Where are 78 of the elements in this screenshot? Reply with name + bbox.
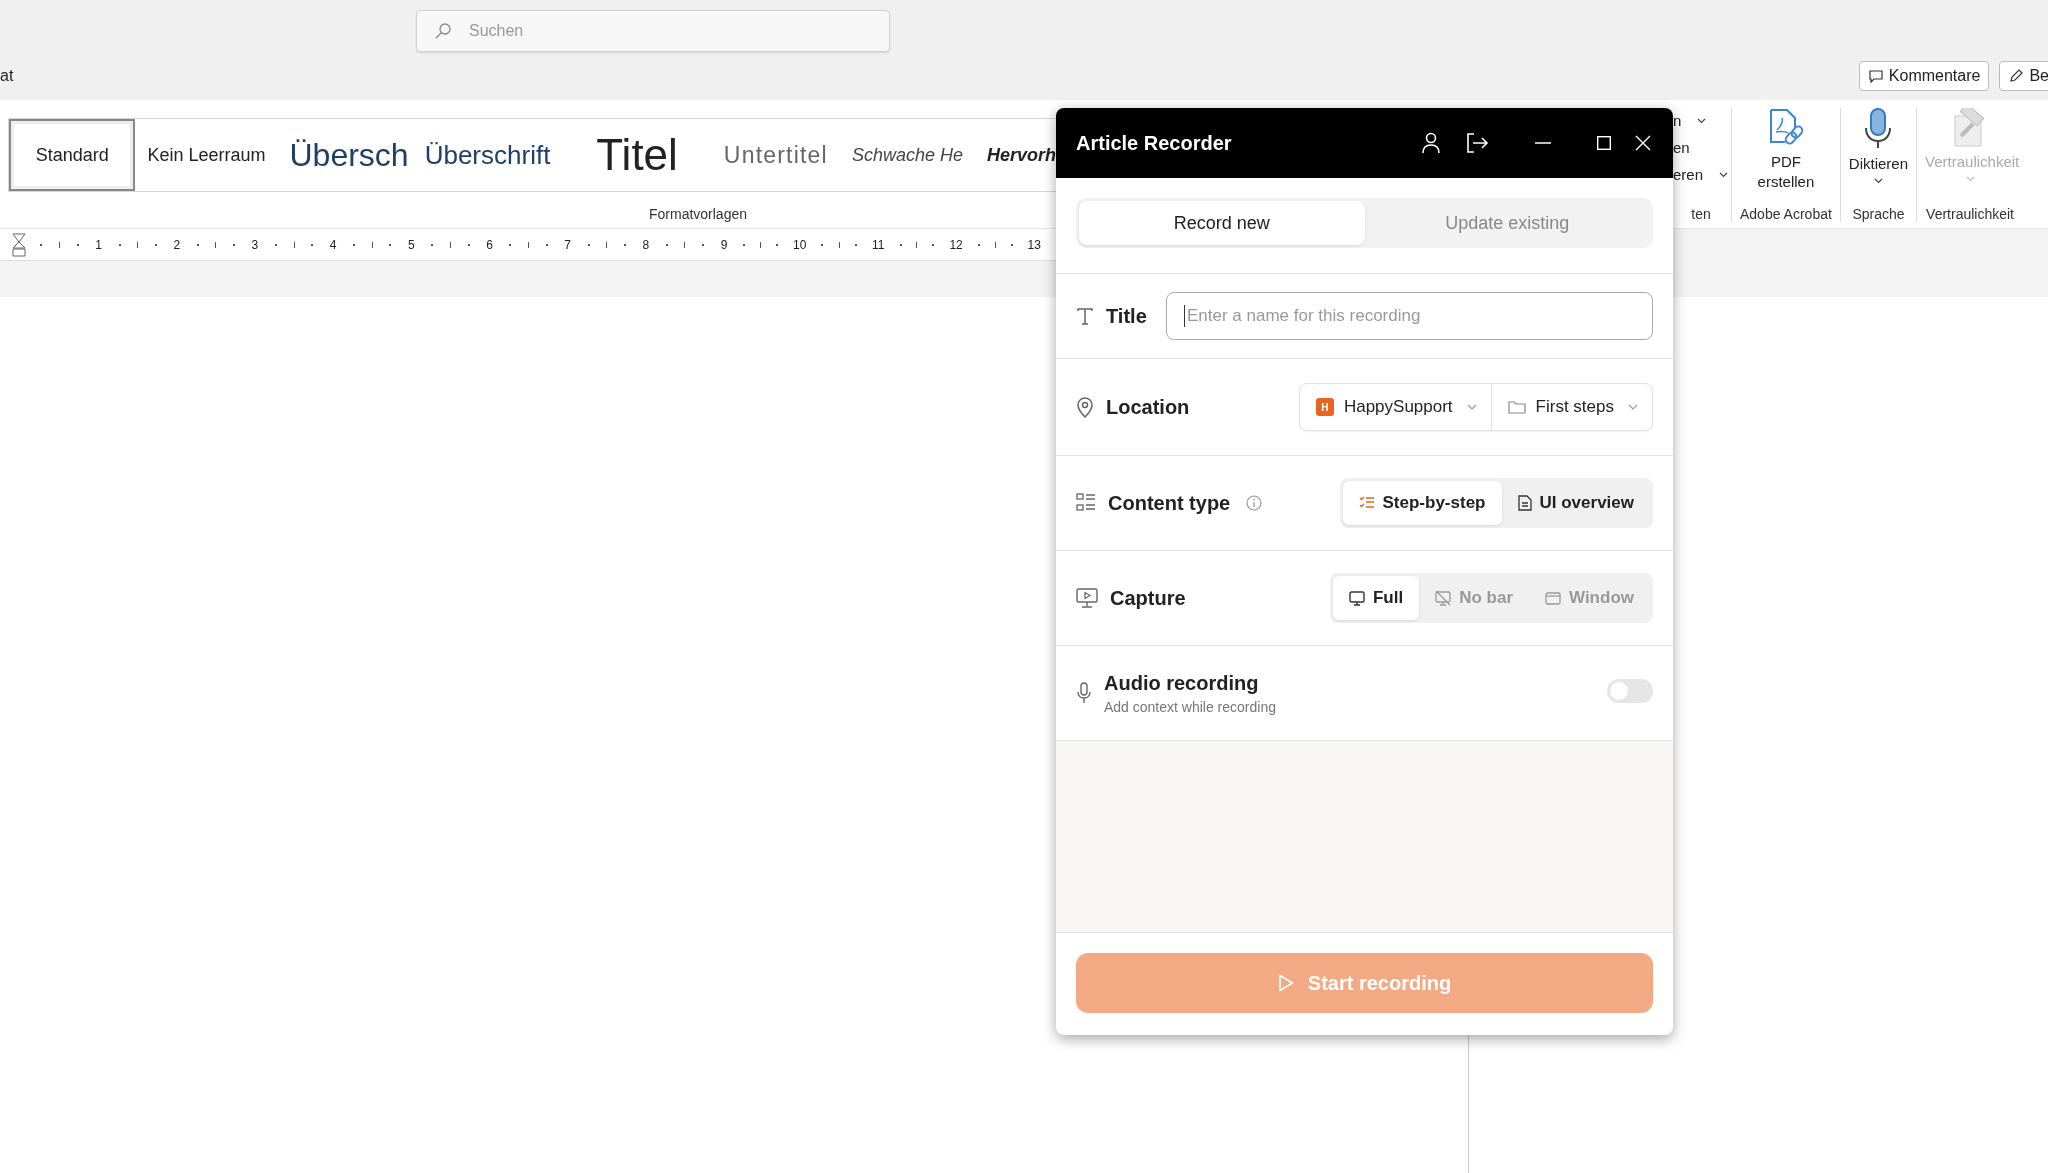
field-label: Content type — [1108, 491, 1231, 515]
pencil-icon — [2008, 68, 2025, 84]
ribbon-command[interactable]: eren — [1673, 166, 1704, 183]
microphone-icon — [1076, 682, 1092, 704]
search-field[interactable]: Suchen — [416, 10, 890, 52]
info-icon[interactable] — [1246, 495, 1263, 511]
style-option[interactable]: Standard — [9, 119, 136, 191]
close-icon[interactable] — [1635, 135, 1651, 151]
folder-dropdown[interactable]: First steps — [1490, 384, 1652, 430]
field-label: Audio recording — [1104, 671, 1260, 695]
group-label: Adobe Acrobat — [1740, 206, 1832, 224]
mode-tab[interactable]: Record new — [1079, 201, 1365, 245]
ruler-number: 13 — [1027, 237, 1041, 252]
create-pdf-button[interactable]: PDF erstellen — [1740, 108, 1831, 191]
chevron-down-icon — [1628, 404, 1638, 410]
ribbon-command[interactable]: en — [1673, 139, 1690, 156]
style-option[interactable]: Hervorh — [974, 119, 1056, 191]
segment-option[interactable]: Full — [1332, 576, 1420, 620]
ruler-number: 3 — [251, 237, 259, 252]
edit-button[interactable]: Be — [1999, 61, 2048, 91]
workspace-dropdown[interactable]: H HappySupport — [1299, 384, 1491, 430]
group-label: Vertraulichkeit — [1926, 206, 2014, 224]
field-label: Location — [1106, 395, 1190, 419]
window-icon — [1545, 591, 1561, 605]
chevron-down-icon — [1466, 404, 1477, 410]
group-label: Sprache — [1852, 206, 1905, 224]
field-hint: Add context while recording — [1104, 698, 1276, 715]
ruler-number: 6 — [486, 237, 493, 252]
caret-icon — [1965, 175, 1975, 182]
folder-icon — [1507, 400, 1526, 414]
style-option[interactable]: Untertitel — [711, 119, 840, 191]
ruler-number: 5 — [407, 237, 415, 252]
monitor-icon — [1348, 590, 1365, 606]
checklist-icon — [1358, 496, 1375, 510]
group-label: Formatvorlagen — [647, 206, 748, 224]
caret-icon — [1873, 177, 1883, 184]
user-icon[interactable] — [1421, 132, 1441, 154]
play-icon — [1277, 974, 1294, 992]
comments-button[interactable]: Kommentare — [1858, 61, 1990, 91]
screen-play-icon — [1076, 588, 1098, 608]
ruler-number: 8 — [642, 237, 650, 252]
window-title: Article Recorder — [1076, 131, 1232, 155]
style-option[interactable]: Kein Leerraum — [135, 119, 278, 191]
segment-option[interactable]: Step-by-step — [1342, 481, 1502, 525]
text-icon — [1076, 307, 1094, 325]
style-option[interactable]: Schwache He — [839, 119, 975, 191]
group-label: ten — [1690, 206, 1712, 224]
list-icon — [1076, 493, 1096, 513]
monitor-crossed-icon — [1435, 590, 1452, 606]
ruler-number: 2 — [173, 237, 181, 252]
style-option[interactable]: Überschrift — [412, 119, 563, 191]
workspace-logo: H — [1315, 398, 1334, 416]
document-icon — [1517, 495, 1532, 511]
ruler-number: 12 — [949, 237, 963, 252]
field-label: Capture — [1110, 586, 1186, 610]
ruler-number: 9 — [720, 237, 728, 252]
text-cursor — [1184, 305, 1185, 327]
maximize-icon[interactable] — [1597, 136, 1611, 150]
location-pin-icon — [1076, 396, 1094, 418]
segment-option[interactable]: UI overview — [1501, 481, 1650, 525]
audio-toggle[interactable] — [1607, 679, 1653, 703]
title-input[interactable]: Enter a name for this recording — [1166, 292, 1653, 340]
style-option[interactable]: Übersch — [277, 119, 413, 191]
logout-icon[interactable] — [1465, 132, 1489, 154]
ruler-number: 7 — [564, 237, 571, 252]
microphone-icon — [1863, 108, 1894, 150]
indent-marker-icon[interactable] — [12, 232, 26, 257]
style-option[interactable]: Titel — [562, 119, 712, 191]
ruler-number: 1 — [95, 237, 102, 252]
comment-icon — [1867, 68, 1884, 84]
ruler-number: 4 — [329, 237, 337, 252]
ribbon-tab[interactable]: at — [0, 67, 14, 85]
field-label: Title — [1106, 304, 1147, 328]
search-icon — [434, 22, 452, 40]
ribbon-command[interactable]: n — [1673, 112, 1682, 129]
dictate-button[interactable]: Diktieren — [1848, 108, 1909, 184]
ruler-number: 11 — [871, 237, 885, 252]
ruler-number: 10 — [793, 237, 807, 252]
